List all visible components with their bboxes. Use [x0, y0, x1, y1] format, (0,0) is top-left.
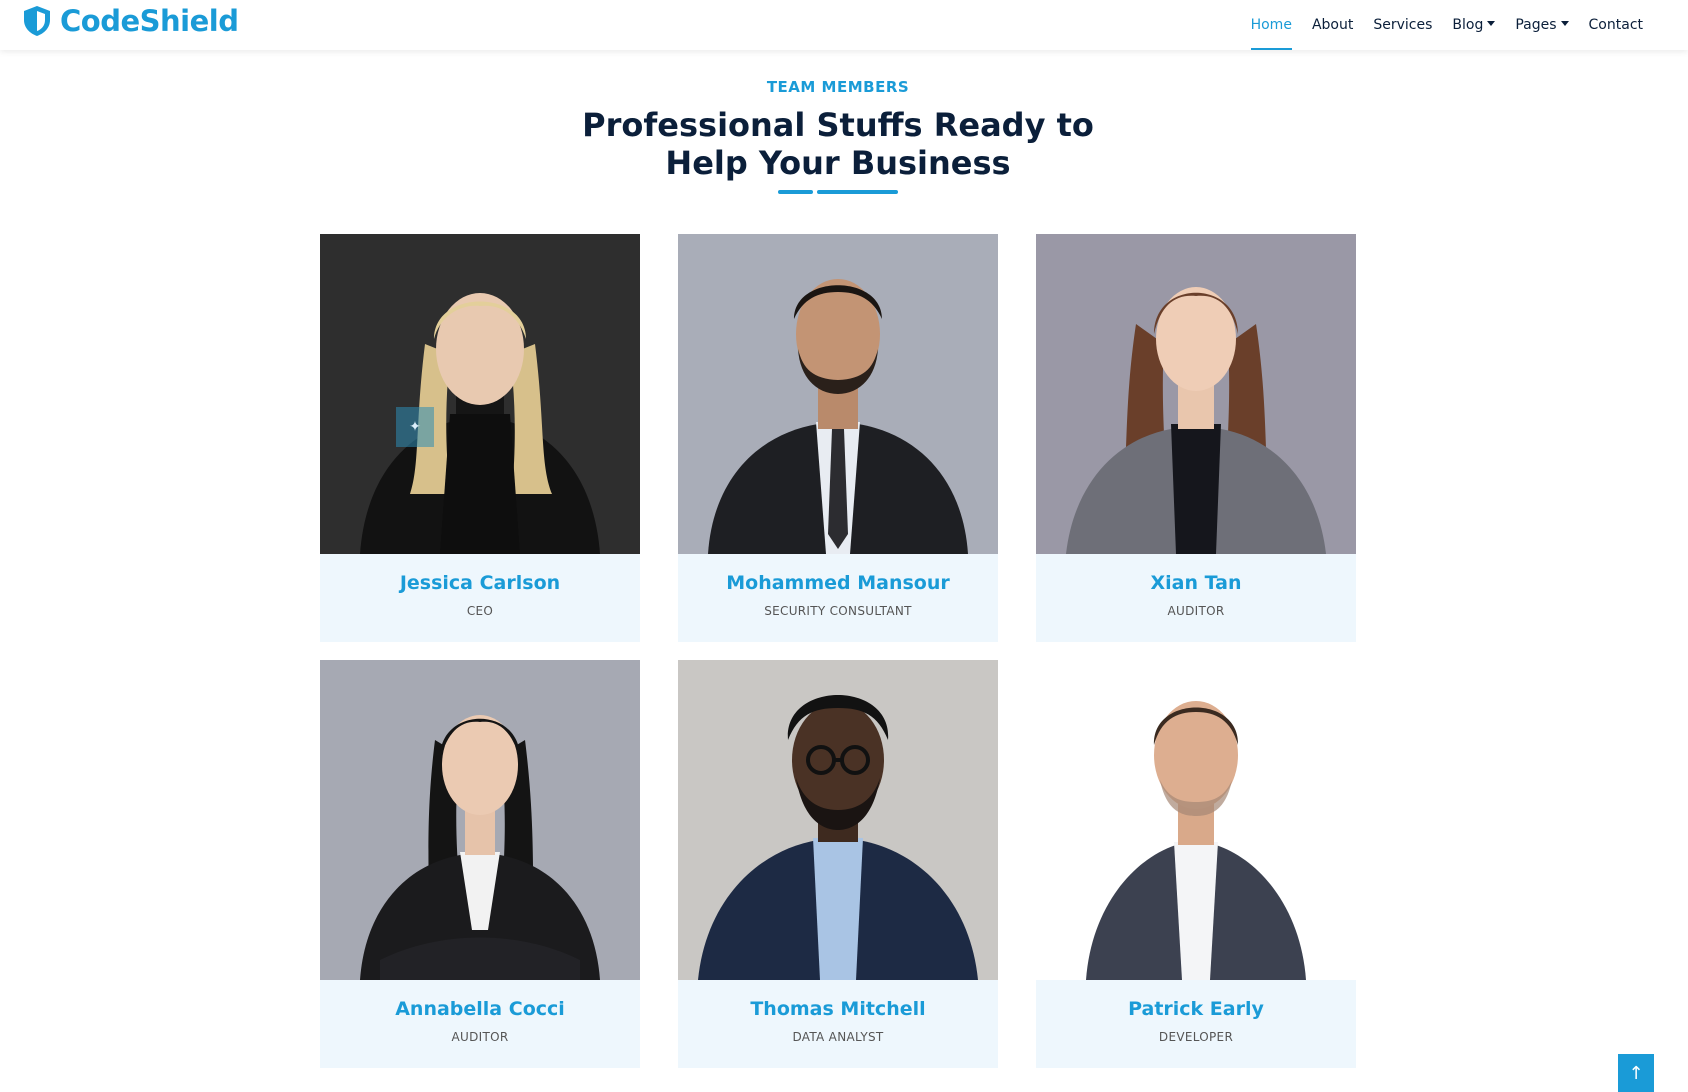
team-info: Xian Tan AUDITOR	[1036, 554, 1356, 642]
section-title: TEAM MEMBERS Professional Stuffs Ready t…	[0, 78, 1676, 182]
member-role: AUDITOR	[1167, 604, 1225, 618]
member-name: Mohammed Mansour	[726, 572, 950, 594]
main-nav: Home About Services Blog Pages Contact	[1241, 0, 1653, 50]
member-role: CEO	[466, 604, 494, 618]
team-card[interactable]: Thomas Mitchell DATA ANALYST	[678, 660, 998, 1068]
team-card[interactable]: Mohammed Mansour SECURITY CONSULTANT	[678, 234, 998, 642]
nav-services[interactable]: Services	[1363, 0, 1442, 50]
member-name: Patrick Early	[1128, 998, 1264, 1020]
caret-down-icon	[1560, 20, 1569, 26]
nav-about[interactable]: About	[1302, 0, 1363, 50]
team-photo	[1036, 234, 1356, 554]
title-underline	[778, 190, 898, 194]
member-name: Xian Tan	[1150, 572, 1242, 594]
team-photo	[1036, 660, 1356, 980]
nav-pages[interactable]: Pages	[1505, 0, 1578, 50]
member-role: SECURITY CONSULTANT	[764, 604, 912, 618]
nav-pages-label: Pages	[1515, 17, 1557, 33]
team-card[interactable]: Patrick Early DEVELOPER	[1036, 660, 1356, 1068]
team-photo	[678, 234, 998, 554]
navbar: CodeShield Home About Services Blog Page…	[0, 0, 1688, 50]
member-role: DATA ANALYST	[792, 1030, 884, 1044]
nav-blog-label: Blog	[1452, 17, 1484, 33]
team-info: Thomas Mitchell DATA ANALYST	[678, 980, 998, 1068]
shield-icon	[24, 6, 50, 36]
nav-home[interactable]: Home	[1241, 0, 1302, 50]
heading-line-1: Professional Stuffs Ready to	[582, 106, 1094, 144]
nav-blog[interactable]: Blog	[1442, 0, 1505, 50]
team-info: Patrick Early DEVELOPER	[1036, 980, 1356, 1068]
arrow-up-icon: ↑	[1628, 1062, 1644, 1084]
team-card[interactable]: Annabella Cocci AUDITOR	[320, 660, 640, 1068]
team-card[interactable]: ✦ Jessica Carlson CEO	[320, 234, 640, 642]
team-info: Mohammed Mansour SECURITY CONSULTANT	[678, 554, 998, 642]
back-to-top-button[interactable]: ↑	[1618, 1054, 1654, 1092]
brand-name: CodeShield	[60, 4, 239, 38]
member-name: Annabella Cocci	[395, 998, 565, 1020]
caret-down-icon	[1487, 20, 1496, 26]
team-card[interactable]: Xian Tan AUDITOR	[1036, 234, 1356, 642]
twitter-icon[interactable]: ✦	[396, 407, 434, 447]
section-eyebrow: TEAM MEMBERS	[766, 78, 910, 96]
team-info: Jessica Carlson CEO	[320, 554, 640, 642]
nav-contact[interactable]: Contact	[1579, 0, 1653, 50]
section-heading: Professional Stuffs Ready to Help Your B…	[0, 106, 1676, 182]
team-photo: ✦	[320, 234, 640, 554]
member-name: Jessica Carlson	[399, 572, 561, 594]
member-role: AUDITOR	[451, 1030, 509, 1044]
team-info: Annabella Cocci AUDITOR	[320, 980, 640, 1068]
member-name: Thomas Mitchell	[750, 998, 926, 1020]
brand-logo[interactable]: CodeShield	[22, 4, 239, 38]
team-photo	[678, 660, 998, 980]
team-photo	[320, 660, 640, 980]
heading-line-2: Help Your Business	[665, 144, 1011, 182]
member-role: DEVELOPER	[1158, 1030, 1234, 1044]
